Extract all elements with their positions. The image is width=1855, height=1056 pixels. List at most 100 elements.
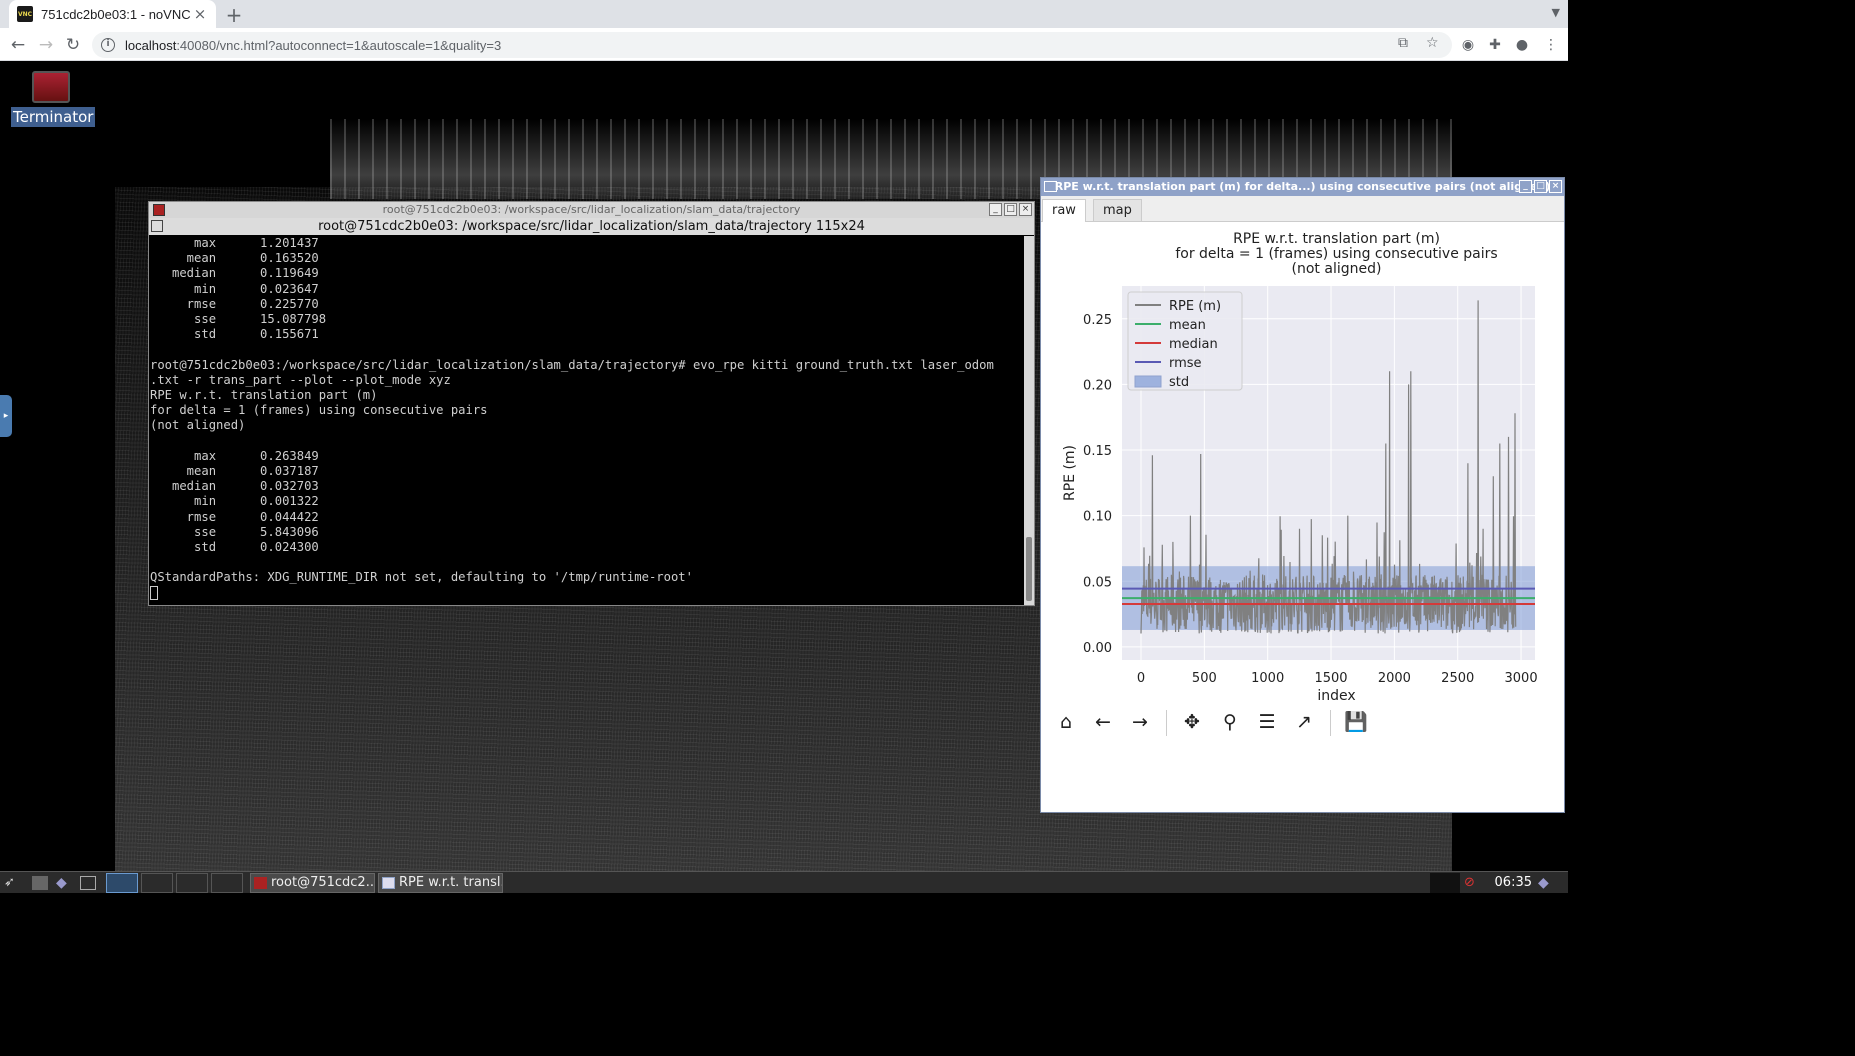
terminal-line: rmse 0.225770	[150, 296, 319, 311]
legend-label: mean	[1169, 318, 1206, 333]
address-bar[interactable]: i localhost:40080/vnc.html?autoconnect=1…	[92, 32, 1452, 58]
y-tick-label: 0.05	[1083, 575, 1112, 590]
terminator-icon	[32, 71, 70, 103]
matplotlib-toolbar: ⌂ ← → ✥ ⚲ ☰ ↗ 💾	[1041, 700, 1564, 744]
terminal-line: (not aligned)	[150, 418, 246, 433]
profile-avatar-icon[interactable]: ●	[1511, 34, 1533, 56]
maximize-button[interactable]: □	[1004, 203, 1017, 216]
novnc-control-handle[interactable]: ▸	[0, 395, 12, 437]
legend-label: std	[1169, 375, 1189, 390]
back-button[interactable]: ←	[7, 34, 29, 56]
clock: 06:35	[1494, 875, 1532, 890]
terminal-window-icon	[153, 204, 165, 216]
tray-icon[interactable]: ◆	[1538, 873, 1554, 893]
maximize-button[interactable]: □	[1534, 180, 1547, 193]
terminal-titlebar[interactable]: root@751cdc2b0e03: /workspace/src/lidar_…	[149, 202, 1034, 218]
pan-icon[interactable]: ✥	[1179, 710, 1205, 734]
legend-swatch-std	[1134, 375, 1162, 388]
terminal-line: root@751cdc2b0e03:/workspace/src/lidar_l…	[150, 357, 994, 372]
terminal-window[interactable]: root@751cdc2b0e03: /workspace/src/lidar_…	[148, 201, 1035, 606]
terminal-line: min 0.001322	[150, 494, 319, 509]
legend-label: RPE (m)	[1169, 299, 1221, 314]
tab-raw[interactable]: raw	[1042, 199, 1086, 222]
x-tick-label: 2500	[1441, 671, 1474, 686]
minimize-button[interactable]: _	[989, 203, 1002, 216]
rpe-chart[interactable]: RPE w.r.t. translation part (m)for delta…	[1041, 222, 1564, 700]
forward-button[interactable]: →	[35, 34, 57, 56]
forward-icon[interactable]: →	[1127, 710, 1153, 734]
reload-button[interactable]: ↻	[62, 34, 84, 56]
terminal-output[interactable]: max 1.201437 mean 0.163520 median 0.1196…	[149, 236, 1024, 605]
taskbar-terminal[interactable]: root@751cdc2...	[250, 873, 375, 893]
save-icon[interactable]: 💾	[1343, 710, 1369, 734]
workspace-1[interactable]	[106, 873, 138, 893]
terminator-icon-label: Terminator	[11, 107, 96, 127]
browser-tab-bar: VNC 751cdc2b0e03:1 - noVNC × + ▼	[0, 0, 1568, 28]
bookmark-star-icon[interactable]: ☆	[1426, 35, 1439, 51]
back-icon[interactable]: ←	[1090, 710, 1116, 734]
new-tab-button[interactable]: +	[224, 3, 244, 27]
edit-axis-icon[interactable]: ↗	[1291, 710, 1317, 734]
scrollbar-thumb[interactable]	[1026, 537, 1032, 601]
legend-label: median	[1169, 337, 1218, 352]
x-axis-label: index	[1317, 688, 1355, 700]
terminator-desktop-icon[interactable]: Terminator	[11, 71, 96, 127]
x-tick-label: 0	[1137, 671, 1145, 686]
taskbar: ➶ ◆ root@751cdc2... RPE w.r.t. transl...…	[0, 871, 1568, 893]
file-manager-icon[interactable]	[32, 876, 48, 890]
show-desktop-icon[interactable]	[80, 876, 96, 890]
grid-icon[interactable]	[151, 220, 163, 232]
start-menu-icon[interactable]: ➶	[4, 873, 24, 893]
workspace-2[interactable]	[141, 873, 173, 893]
terminal-line: sse 5.843096	[150, 524, 319, 539]
vnc-favicon-icon: VNC	[17, 6, 33, 22]
terminal-line: RPE w.r.t. translation part (m)	[150, 388, 378, 403]
taskbar-plot[interactable]: RPE w.r.t. transl...	[378, 873, 503, 893]
x-tick-label: 3000	[1505, 671, 1538, 686]
terminal-line: mean 0.037187	[150, 464, 319, 479]
terminal-line: median 0.119649	[150, 266, 319, 281]
browser-launcher-icon[interactable]: ◆	[56, 873, 72, 893]
terminal-line: for delta = 1 (frames) using consecutive…	[150, 403, 488, 418]
close-button[interactable]: ×	[1019, 203, 1032, 216]
vnc-desktop[interactable]: Terminator ▸ root@751cdc2b0e03: /workspa…	[0, 61, 1568, 871]
terminal-line: std 0.155671	[150, 327, 319, 342]
y-tick-label: 0.25	[1083, 313, 1112, 328]
y-tick-label: 0.10	[1083, 510, 1112, 525]
minimize-button[interactable]: _	[1519, 180, 1532, 193]
terminal-line: mean 0.163520	[150, 251, 319, 266]
extensions-puzzle-icon[interactable]: ✚	[1484, 34, 1506, 56]
toolbar-separator	[1330, 710, 1331, 736]
network-icon[interactable]: ⊘	[1464, 873, 1480, 893]
terminal-window-title: root@751cdc2b0e03: /workspace/src/lidar_…	[382, 203, 801, 216]
site-info-icon[interactable]: i	[101, 38, 115, 52]
zoom-icon[interactable]: ⚲	[1217, 710, 1243, 734]
translate-icon[interactable]: ⧉	[1398, 35, 1408, 51]
configure-icon[interactable]: ☰	[1254, 710, 1280, 734]
terminal-scrollbar[interactable]	[1024, 236, 1034, 605]
tab-map[interactable]: map	[1093, 199, 1142, 222]
browser-tab[interactable]: VNC 751cdc2b0e03:1 - noVNC ×	[9, 0, 216, 28]
close-button[interactable]: ×	[1549, 180, 1562, 193]
browser-menu-icon[interactable]: ⋮	[1540, 34, 1562, 56]
url-path: :40080/vnc.html?autoconnect=1&autoscale=…	[176, 37, 502, 53]
extension-circle-icon[interactable]: ◉	[1457, 34, 1479, 56]
plot-titlebar[interactable]: RPE w.r.t. translation part (m) for delt…	[1041, 178, 1564, 196]
home-icon[interactable]: ⌂	[1053, 710, 1079, 734]
workspace-3[interactable]	[176, 873, 208, 893]
workspace-4[interactable]	[211, 873, 243, 893]
y-axis-label: RPE (m)	[1062, 445, 1078, 501]
plot-tabs: raw map	[1041, 196, 1564, 222]
chart-title: RPE w.r.t. translation part (m)	[1233, 231, 1440, 247]
chart-subtitle: for delta = 1 (frames) using consecutive…	[1175, 246, 1497, 262]
plot-window[interactable]: RPE w.r.t. translation part (m) for delt…	[1040, 177, 1565, 813]
x-tick-label: 500	[1192, 671, 1217, 686]
tab-close-icon[interactable]: ×	[192, 5, 208, 23]
terminal-task-icon	[254, 877, 267, 889]
plot-window-title: RPE w.r.t. translation part (m) for delt…	[1054, 180, 1551, 193]
tab-search-icon[interactable]: ▼	[1552, 6, 1560, 19]
url-text: localhost:40080/vnc.html?autoconnect=1&a…	[125, 38, 501, 53]
terminal-cursor	[150, 585, 158, 600]
x-tick-label: 1500	[1314, 671, 1347, 686]
